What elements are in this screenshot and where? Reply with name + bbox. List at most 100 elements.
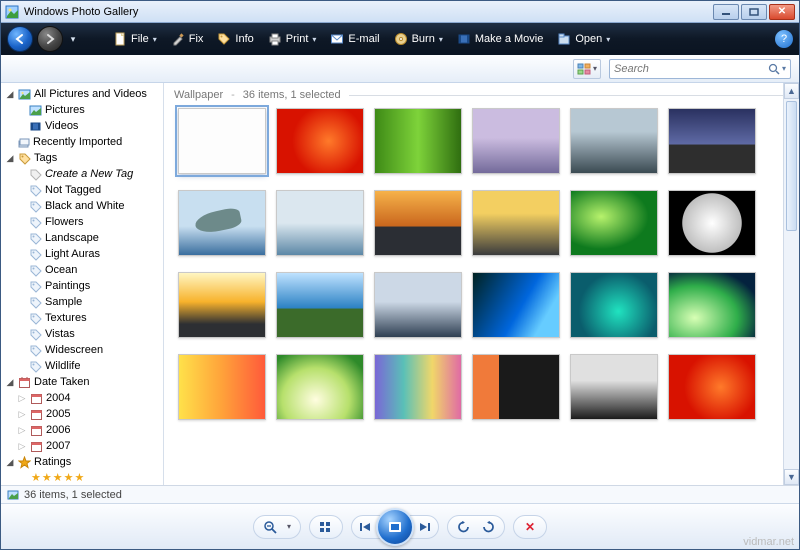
chevron-down-icon[interactable]: ▾ bbox=[312, 35, 316, 44]
thumbnail[interactable] bbox=[472, 354, 560, 420]
tree-date-2006[interactable]: ▷2006 bbox=[3, 422, 161, 438]
thumbnail[interactable] bbox=[276, 108, 364, 174]
navigation-tree[interactable]: ◢ All Pictures and Videos PicturesVideos… bbox=[1, 83, 164, 485]
tree-tag-landscape[interactable]: Landscape bbox=[3, 230, 161, 246]
tree-tag-black-and-white[interactable]: Black and White bbox=[3, 198, 161, 214]
thumbnail[interactable] bbox=[276, 190, 364, 256]
chevron-down-icon[interactable]: ▾ bbox=[606, 35, 610, 44]
delete-button[interactable]: ✕ bbox=[519, 518, 541, 536]
chevron-right-icon[interactable]: ▷ bbox=[17, 425, 27, 436]
chevron-right-icon[interactable]: ▷ bbox=[17, 393, 27, 404]
thumbnail[interactable] bbox=[472, 272, 560, 338]
tree-tag-widescreen[interactable]: Widescreen bbox=[3, 342, 161, 358]
chevron-down-icon[interactable]: ◢ bbox=[5, 377, 15, 388]
thumbnail[interactable] bbox=[472, 190, 560, 256]
zoom-icon[interactable] bbox=[259, 518, 281, 536]
thumbnail[interactable] bbox=[178, 354, 266, 420]
thumbnail[interactable] bbox=[570, 272, 658, 338]
tree-pictures[interactable]: Pictures bbox=[3, 102, 161, 118]
maximize-button[interactable] bbox=[741, 4, 767, 20]
tree-tag-paintings[interactable]: Paintings bbox=[3, 278, 161, 294]
chevron-right-icon[interactable]: ▷ bbox=[17, 409, 27, 420]
grid-icon[interactable] bbox=[315, 518, 337, 536]
first-button[interactable] bbox=[354, 518, 376, 536]
thumbnail-size-button[interactable] bbox=[309, 515, 343, 539]
chevron-down-icon[interactable]: ◢ bbox=[5, 89, 15, 100]
scroll-thumb[interactable] bbox=[786, 101, 797, 231]
toolbar-burn[interactable]: Burn▾ bbox=[388, 30, 449, 48]
thumbnail[interactable] bbox=[668, 190, 756, 256]
thumbnail-area[interactable] bbox=[164, 104, 799, 485]
last-button[interactable] bbox=[414, 518, 436, 536]
search-box[interactable]: ▾ bbox=[609, 59, 791, 79]
rotate-ccw-button[interactable] bbox=[453, 518, 475, 536]
thumbnail[interactable] bbox=[374, 108, 462, 174]
zoom-control[interactable]: ▾ bbox=[253, 515, 301, 539]
thumbnail[interactable] bbox=[276, 272, 364, 338]
toolbar-make-a-movie[interactable]: Make a Movie bbox=[451, 30, 549, 48]
tree-tag-ocean[interactable]: Ocean bbox=[3, 262, 161, 278]
toolbar-file[interactable]: File▾ bbox=[107, 30, 163, 48]
thumbnail[interactable] bbox=[178, 272, 266, 338]
tree-recently-imported[interactable]: Recently Imported bbox=[3, 134, 161, 150]
toolbar-info[interactable]: Info bbox=[211, 30, 259, 48]
rotate-cw-button[interactable] bbox=[477, 518, 499, 536]
chevron-right-icon[interactable]: ▷ bbox=[17, 441, 27, 452]
slideshow-button[interactable] bbox=[376, 508, 414, 546]
chevron-down-icon[interactable]: ▾ bbox=[153, 35, 157, 44]
nav-forward-button[interactable] bbox=[37, 26, 63, 52]
tree-ratings-header[interactable]: ◢ Ratings bbox=[3, 454, 161, 470]
nav-back-button[interactable] bbox=[7, 26, 33, 52]
scroll-track[interactable] bbox=[784, 99, 799, 469]
search-icon[interactable] bbox=[768, 63, 780, 75]
thumbnail[interactable] bbox=[178, 190, 266, 256]
tree-date-header[interactable]: ◢ Date Taken bbox=[3, 374, 161, 390]
thumbnail[interactable] bbox=[668, 272, 756, 338]
tree-tag-sample[interactable]: Sample bbox=[3, 294, 161, 310]
thumbnail[interactable] bbox=[472, 108, 560, 174]
thumbnail[interactable] bbox=[374, 354, 462, 420]
view-options-button[interactable]: ▾ bbox=[573, 59, 601, 79]
tree-tag-not-tagged[interactable]: Not Tagged bbox=[3, 182, 161, 198]
thumbnail[interactable] bbox=[178, 108, 266, 174]
toolbar-fix[interactable]: Fix bbox=[165, 30, 210, 48]
thumbnail[interactable] bbox=[570, 354, 658, 420]
chevron-down-icon[interactable]: ◢ bbox=[5, 457, 15, 468]
scroll-up-button[interactable]: ▲ bbox=[784, 83, 799, 99]
help-button[interactable]: ? bbox=[775, 30, 793, 48]
tree-tags-header[interactable]: ◢ Tags bbox=[3, 150, 161, 166]
tree-create-tag[interactable]: Create a New Tag bbox=[3, 166, 161, 182]
thumbnail[interactable] bbox=[276, 354, 364, 420]
zoom-dropdown[interactable]: ▾ bbox=[283, 518, 295, 536]
thumbnail[interactable] bbox=[570, 190, 658, 256]
tree-date-2004[interactable]: ▷2004 bbox=[3, 390, 161, 406]
vertical-scrollbar[interactable]: ▲ ▼ bbox=[783, 83, 799, 485]
chevron-down-icon[interactable]: ◢ bbox=[5, 153, 15, 164]
toolbar-e-mail[interactable]: E-mail bbox=[324, 30, 385, 48]
toolbar-print[interactable]: Print▾ bbox=[262, 30, 323, 48]
close-button[interactable]: ✕ bbox=[769, 4, 795, 20]
nav-history-dropdown[interactable]: ▾ bbox=[67, 34, 79, 45]
tree-date-2005[interactable]: ▷2005 bbox=[3, 406, 161, 422]
tree-videos[interactable]: Videos bbox=[3, 118, 161, 134]
search-input[interactable] bbox=[614, 63, 768, 75]
tree-tag-wildlife[interactable]: Wildlife bbox=[3, 358, 161, 374]
scroll-down-button[interactable]: ▼ bbox=[784, 469, 799, 485]
tree-tag-vistas[interactable]: Vistas bbox=[3, 326, 161, 342]
tree-all-pictures[interactable]: ◢ All Pictures and Videos bbox=[3, 86, 161, 102]
thumbnail[interactable] bbox=[668, 354, 756, 420]
thumbnail[interactable] bbox=[374, 272, 462, 338]
thumbnail[interactable] bbox=[374, 190, 462, 256]
thumbnail[interactable] bbox=[668, 108, 756, 174]
tree-tag-flowers[interactable]: Flowers bbox=[3, 214, 161, 230]
tree-date-2007[interactable]: ▷2007 bbox=[3, 438, 161, 454]
tree-tag-light-auras[interactable]: Light Auras bbox=[3, 246, 161, 262]
tree-tag-textures[interactable]: Textures bbox=[3, 310, 161, 326]
tree-rating-5[interactable]: ★★★★★ bbox=[3, 470, 161, 485]
delete-control[interactable]: ✕ bbox=[513, 515, 547, 539]
minimize-button[interactable] bbox=[713, 4, 739, 20]
search-dropdown[interactable]: ▾ bbox=[782, 64, 786, 73]
toolbar-open[interactable]: Open▾ bbox=[551, 30, 616, 48]
chevron-down-icon[interactable]: ▾ bbox=[439, 35, 443, 44]
thumbnail[interactable] bbox=[570, 108, 658, 174]
